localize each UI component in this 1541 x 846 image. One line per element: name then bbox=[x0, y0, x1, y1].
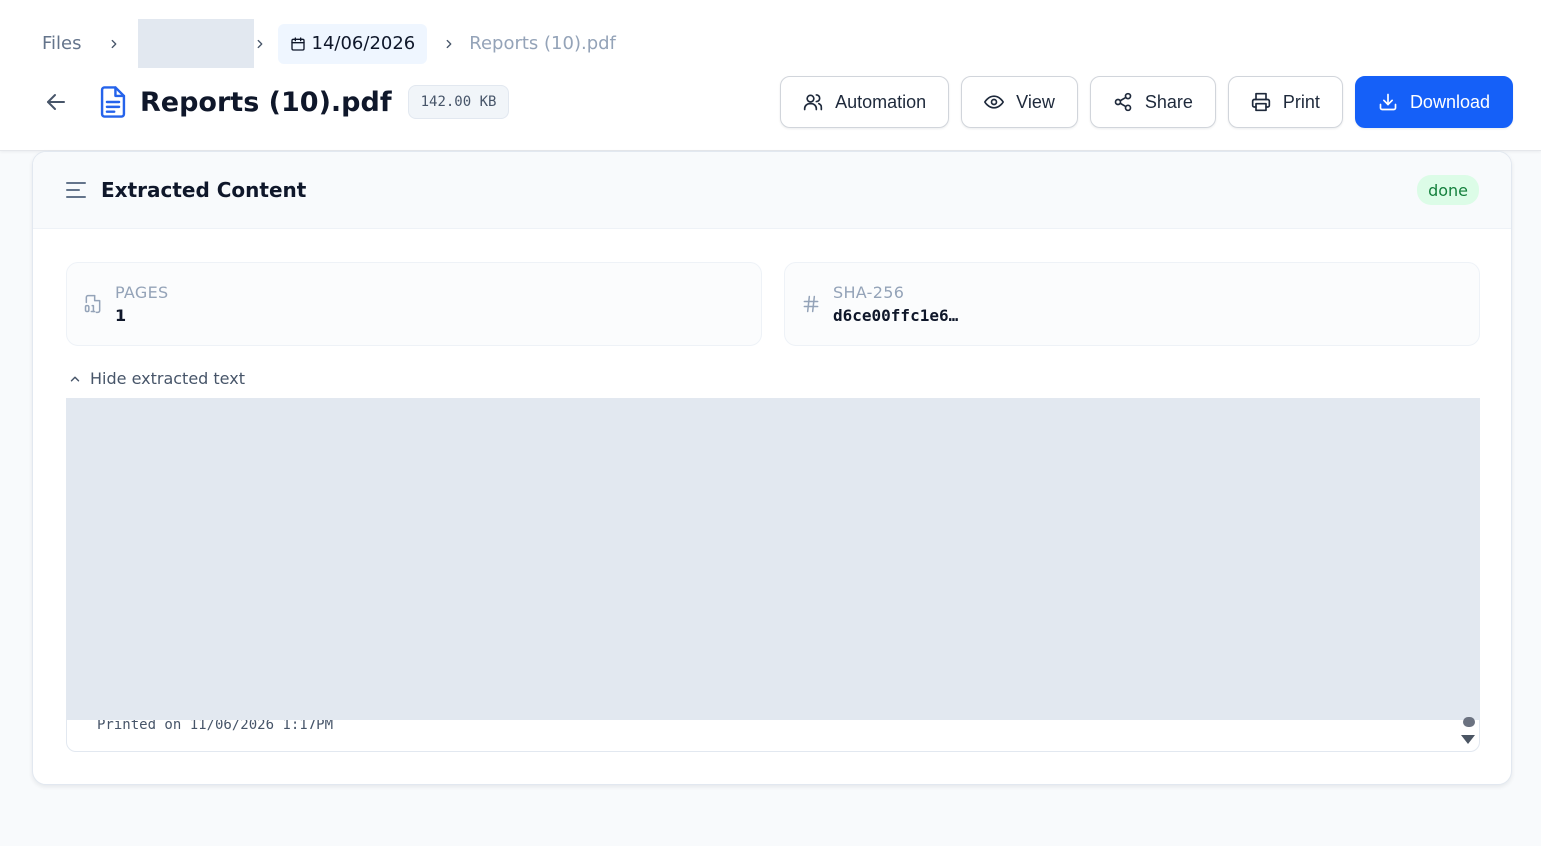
chevron-up-icon bbox=[70, 376, 80, 381]
chevron-right-icon bbox=[250, 34, 270, 54]
sha-stat: SHA-256 d6ce00ffc1e6… bbox=[784, 262, 1480, 346]
calendar-icon bbox=[290, 36, 306, 52]
file-text-icon bbox=[98, 85, 128, 119]
header: Files 14/06/2026 Reports (10).pdf Report… bbox=[0, 0, 1541, 151]
view-button[interactable]: View bbox=[961, 76, 1078, 128]
file-digit-icon bbox=[83, 294, 103, 314]
download-label: Download bbox=[1409, 91, 1490, 112]
breadcrumb-files[interactable]: Files bbox=[42, 33, 82, 54]
hash-icon bbox=[801, 294, 821, 314]
card-header: Extracted Content done bbox=[33, 152, 1511, 229]
extracted-content-card: Extracted Content done PAGES 1 SHA-256 d… bbox=[32, 151, 1512, 785]
download-button[interactable]: Download bbox=[1354, 76, 1513, 128]
users-icon bbox=[803, 94, 823, 111]
print-label: Print bbox=[1282, 91, 1320, 112]
chevron-right-icon bbox=[439, 34, 459, 54]
breadcrumb: Files 14/06/2026 Reports (10).pdf bbox=[42, 19, 616, 68]
sha-stat-text: SHA-256 d6ce00ffc1e6… bbox=[833, 283, 958, 325]
sha-label: SHA-256 bbox=[833, 283, 905, 302]
card-title: Extracted Content bbox=[101, 178, 307, 202]
hide-extracted-text-toggle[interactable]: Hide extracted text bbox=[68, 369, 245, 388]
breadcrumb-redacted-folder[interactable] bbox=[137, 19, 254, 68]
extracted-text-area[interactable]: Printed on 11/06/2026 1:17PM bbox=[66, 398, 1480, 752]
pages-value: 1 bbox=[115, 306, 127, 325]
back-button[interactable] bbox=[42, 88, 70, 116]
share-button[interactable]: Share bbox=[1089, 76, 1216, 128]
status-badge: done bbox=[1417, 175, 1479, 205]
arrow-left-icon bbox=[47, 94, 65, 110]
scrollbar-thumb[interactable] bbox=[1463, 717, 1475, 727]
automation-label: Automation bbox=[835, 91, 927, 112]
stats-row: PAGES 1 SHA-256 d6ce00ffc1e6… bbox=[66, 262, 1480, 346]
printer-icon bbox=[1251, 92, 1271, 112]
pages-label: PAGES bbox=[115, 283, 169, 302]
breadcrumb-date[interactable]: 14/06/2026 bbox=[277, 23, 428, 64]
toggle-label: Hide extracted text bbox=[90, 369, 245, 388]
download-icon bbox=[1379, 93, 1397, 111]
scroll-down-arrow-icon[interactable] bbox=[1461, 735, 1475, 744]
pages-stat: PAGES 1 bbox=[66, 262, 762, 346]
automation-button[interactable]: Automation bbox=[780, 76, 950, 128]
breadcrumb-date-label: 14/06/2026 bbox=[311, 33, 416, 54]
align-left-icon bbox=[65, 180, 87, 200]
title-row: Reports (10).pdf 142.00 KB bbox=[42, 78, 510, 126]
action-toolbar: Automation View Share Print Download bbox=[780, 76, 1513, 128]
view-label: View bbox=[1016, 91, 1055, 112]
sha-value: d6ce00ffc1e6… bbox=[833, 306, 959, 325]
share-label: Share bbox=[1144, 91, 1193, 112]
eye-icon bbox=[984, 95, 1005, 109]
card-title-wrap: Extracted Content bbox=[65, 178, 306, 202]
page-title: Reports (10).pdf bbox=[140, 86, 392, 118]
share-icon bbox=[1114, 92, 1132, 112]
print-button[interactable]: Print bbox=[1227, 76, 1343, 128]
file-size-badge: 142.00 KB bbox=[407, 85, 510, 119]
breadcrumb-current: Reports (10).pdf bbox=[469, 33, 616, 54]
pages-stat-text: PAGES 1 bbox=[115, 283, 168, 325]
redacted-text-block bbox=[67, 399, 1479, 720]
chevron-right-icon bbox=[104, 34, 124, 54]
